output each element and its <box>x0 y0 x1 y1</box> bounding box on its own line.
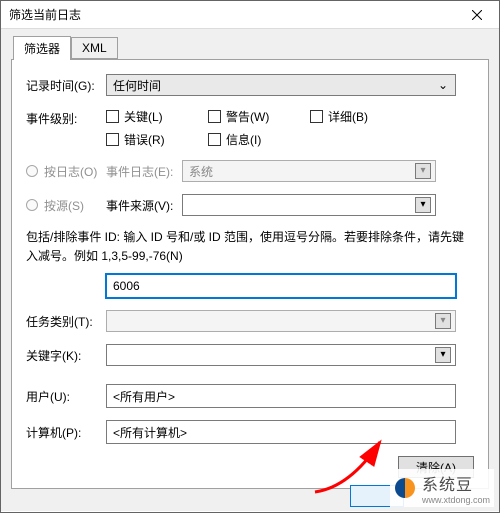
combo-keywords[interactable]: ▾ <box>106 344 456 366</box>
watermark-logo-icon <box>394 477 416 499</box>
watermark-text: 系统豆 www.xtdong.com <box>422 471 490 505</box>
row-level: 事件级别: 关键(L) 警告(W) 详细(B) 错误(R) 信息(I) <box>26 108 476 148</box>
label-eventlogs: 事件日志(E): <box>106 163 182 180</box>
check-critical[interactable]: 关键(L) <box>106 108 186 125</box>
eventid-value: 6006 <box>113 279 140 293</box>
check-error[interactable]: 错误(R) <box>106 131 186 148</box>
tab-strip: 筛选器 XML <box>13 37 489 59</box>
window-title: 筛选当前日志 <box>9 6 455 23</box>
computer-input[interactable]: <所有计算机> <box>106 420 456 444</box>
row-task: 任务类别(T): ▾ <box>26 310 476 332</box>
tab-filter[interactable]: 筛选器 <box>13 36 71 60</box>
row-keywords: 关键字(K): ▾ <box>26 344 476 366</box>
label-eventsources: 事件来源(V): <box>106 197 182 214</box>
check-info[interactable]: 信息(I) <box>208 131 288 148</box>
checkbox-icon <box>106 133 119 146</box>
dropdown-button-icon: ▾ <box>435 347 451 363</box>
label-bylog: 按日志(O) <box>44 163 97 180</box>
combo-eventlogs: 系统 ▾ <box>182 160 436 182</box>
checkbox-icon <box>208 133 221 146</box>
level-checkgroup: 关键(L) 警告(W) 详细(B) 错误(R) 信息(I) <box>106 108 436 148</box>
check-verbose[interactable]: 详细(B) <box>310 108 390 125</box>
label-user: 用户(U): <box>26 388 106 405</box>
checkbox-icon <box>310 110 323 123</box>
radio-bylog: 按日志(O) <box>26 163 106 180</box>
checkbox-icon <box>106 110 119 123</box>
eventid-input[interactable]: 6006 <box>106 274 456 298</box>
chevron-down-icon: ⌄ <box>435 78 451 92</box>
combo-logged[interactable]: 任何时间 ⌄ <box>106 74 456 96</box>
close-button[interactable] <box>455 2 499 28</box>
combo-task: ▾ <box>106 310 456 332</box>
row-computer: 计算机(P): <所有计算机> <box>26 420 476 444</box>
dropdown-button-icon: ▾ <box>435 313 451 329</box>
watermark: 系统豆 www.xtdong.com <box>390 469 494 507</box>
combo-eventsources[interactable]: ▾ <box>182 194 436 216</box>
label-computer: 计算机(P): <box>26 424 106 441</box>
radio-bysource: 按源(S) <box>26 197 106 214</box>
tab-xml[interactable]: XML <box>71 37 118 59</box>
row-eventid: 6006 <box>26 274 476 298</box>
user-input[interactable]: <所有用户> <box>106 384 456 408</box>
dialog-window: 筛选当前日志 筛选器 XML 记录时间(G): 任何时间 ⌄ 事件级别: 关键(… <box>0 0 500 513</box>
row-user: 用户(U): <所有用户> <box>26 384 476 408</box>
client-area: 筛选器 XML 记录时间(G): 任何时间 ⌄ 事件级别: 关键(L) 警告(W… <box>1 29 499 511</box>
dropdown-button-icon: ▾ <box>415 197 431 213</box>
combo-eventlogs-value: 系统 <box>189 163 415 180</box>
row-bysource: 按源(S) 事件来源(V): ▾ <box>26 194 476 216</box>
user-value: <所有用户> <box>113 388 175 405</box>
titlebar: 筛选当前日志 <box>1 1 499 29</box>
check-warning[interactable]: 警告(W) <box>208 108 288 125</box>
label-level: 事件级别: <box>26 108 106 127</box>
label-logged: 记录时间(G): <box>26 77 106 94</box>
dropdown-button-icon: ▾ <box>415 163 431 179</box>
row-bylog: 按日志(O) 事件日志(E): 系统 ▾ <box>26 160 476 182</box>
tab-page-filter: 记录时间(G): 任何时间 ⌄ 事件级别: 关键(L) 警告(W) 详细(B) … <box>11 59 489 489</box>
label-bysource: 按源(S) <box>44 197 84 214</box>
label-keywords: 关键字(K): <box>26 347 106 364</box>
computer-value: <所有计算机> <box>113 424 187 441</box>
eventid-description: 包括/排除事件 ID: 输入 ID 号和/或 ID 范围，使用逗号分隔。若要排除… <box>26 228 466 266</box>
radio-icon <box>26 199 38 211</box>
close-icon <box>472 10 482 20</box>
label-task: 任务类别(T): <box>26 313 106 330</box>
combo-logged-value: 任何时间 <box>113 77 435 94</box>
checkbox-icon <box>208 110 221 123</box>
radio-icon <box>26 165 38 177</box>
row-logged: 记录时间(G): 任何时间 ⌄ <box>26 74 476 96</box>
